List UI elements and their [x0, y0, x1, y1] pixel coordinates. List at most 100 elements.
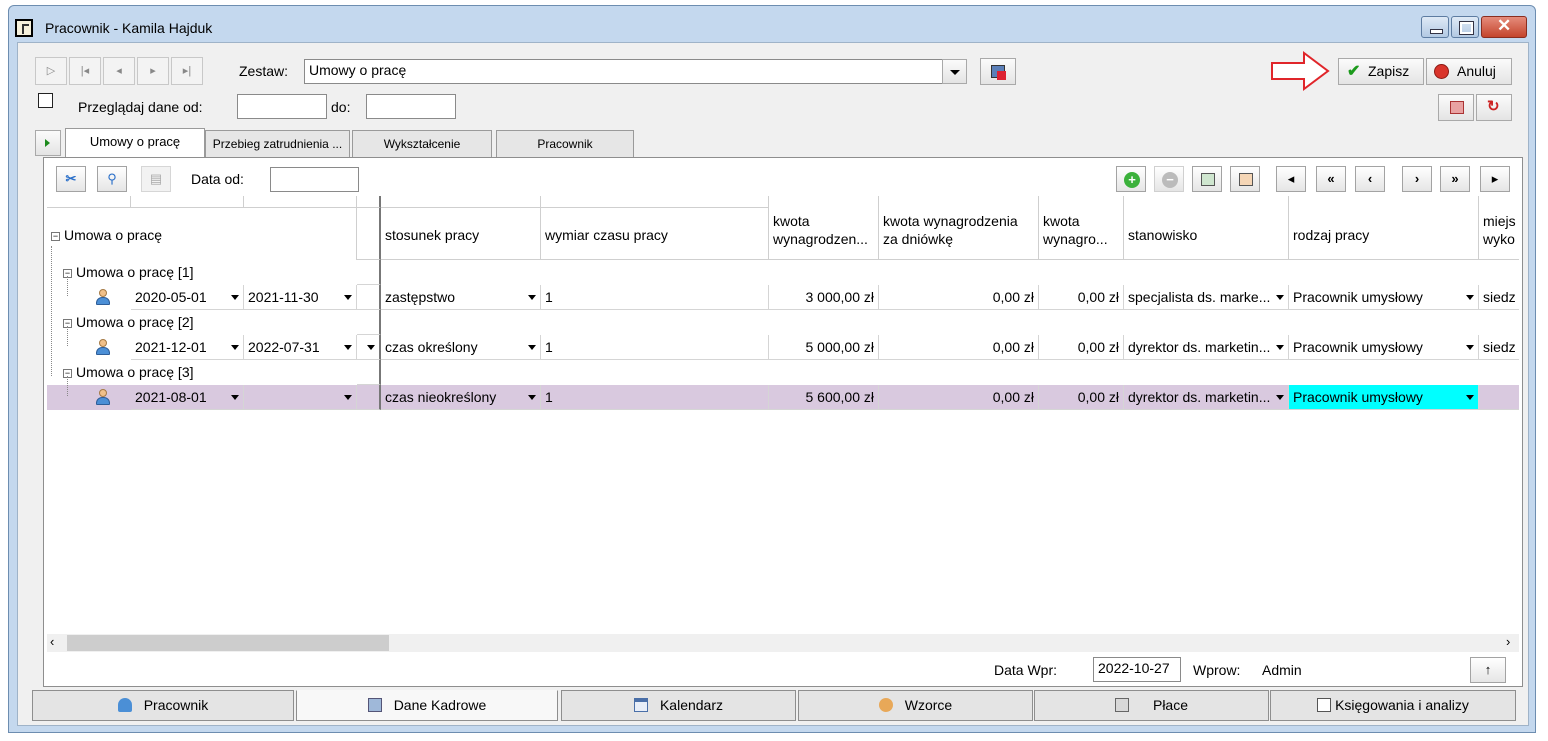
- kwota-cell[interactable]: 5 600,00 zł: [769, 385, 879, 410]
- tab-wyksztalcenie[interactable]: Wykształcenie: [352, 130, 492, 158]
- extra-dropdown-cell[interactable]: [357, 335, 381, 360]
- stosunek-cell[interactable]: zastępstwo: [381, 285, 541, 310]
- contracts-panel: ✂ ⚲ ▤ Data od: + − ◂ « ‹ › » ▸ − Umowa o…: [43, 157, 1523, 687]
- nav-first-button[interactable]: |◂: [69, 57, 101, 85]
- refresh-button[interactable]: ↻: [1476, 94, 1512, 121]
- stanowisko-cell[interactable]: specjalista ds. marke...: [1124, 285, 1289, 310]
- date-to-cell[interactable]: [244, 385, 357, 410]
- calculator-button[interactable]: ▤: [141, 166, 171, 192]
- stanowisko-cell[interactable]: dyrektor ds. marketin...: [1124, 335, 1289, 360]
- stanowisko-cell[interactable]: dyrektor ds. marketin...: [1124, 385, 1289, 410]
- scroll-left-icon[interactable]: ‹: [50, 634, 54, 649]
- bottom-tab-ksiegowania[interactable]: Księgowania i analizy: [1270, 690, 1516, 721]
- kwota-dniowka-cell[interactable]: 0,00 zł: [879, 385, 1039, 410]
- search-button[interactable]: ⚲: [97, 166, 127, 192]
- kwota-dniowka-cell[interactable]: 0,00 zł: [879, 335, 1039, 360]
- zestaw-label: Zestaw:: [239, 63, 289, 79]
- header-miejsce[interactable]: miejs wyko: [1479, 196, 1519, 260]
- header-kwota-dniowka[interactable]: kwota wynagrodzenia za dniówkę: [879, 196, 1039, 260]
- nav-new-button[interactable]: ▷: [35, 57, 67, 85]
- wymiar-cell[interactable]: 1: [541, 285, 769, 310]
- wymiar-cell[interactable]: 1: [541, 385, 769, 410]
- zestaw-config-button[interactable]: [980, 58, 1016, 85]
- stosunek-cell[interactable]: czas nieokreślony: [381, 385, 541, 410]
- nav-next-button[interactable]: ▸: [137, 57, 169, 85]
- main-window: Pracownik - Kamila Hajduk ▷ |◂ ◂ ▸ ▸| Ze…: [8, 5, 1536, 733]
- bottom-tab-dane-kadrowe[interactable]: Dane Kadrowe: [296, 690, 558, 721]
- kwota-dniowka-cell[interactable]: 0,00 zł: [879, 285, 1039, 310]
- red-arrow-icon: [1271, 51, 1330, 91]
- zestaw-select[interactable]: Umowy o pracę: [304, 59, 943, 84]
- bottom-tab-kalendarz[interactable]: Kalendarz: [561, 690, 796, 721]
- bottom-tab-wzorce[interactable]: Wzorce: [798, 690, 1033, 721]
- scroll-right-end-button[interactable]: ▸: [1480, 166, 1510, 192]
- horizontal-scrollbar[interactable]: ‹ ›: [47, 634, 1519, 652]
- rodzaj-cell[interactable]: Pracownik umysłowy: [1289, 335, 1479, 360]
- minimize-button[interactable]: [1421, 16, 1449, 38]
- save-button[interactable]: ✔ Zapisz: [1338, 58, 1424, 85]
- add-row-button[interactable]: +: [1116, 166, 1146, 192]
- browse-to-input[interactable]: [366, 94, 456, 119]
- miejsce-cell[interactable]: siedz: [1479, 285, 1519, 310]
- date-from-cell[interactable]: 2021-12-01: [131, 335, 244, 360]
- kwota-w-cell[interactable]: 0,00 zł: [1039, 285, 1124, 310]
- header-wymiar[interactable]: wymiar czasu pracy: [541, 208, 769, 260]
- header-kwota-w[interactable]: kwota wynagro...: [1039, 196, 1124, 260]
- scroll-right-icon[interactable]: ›: [1506, 634, 1510, 649]
- kwota-cell[interactable]: 3 000,00 zł: [769, 285, 879, 310]
- date-to-cell[interactable]: 2022-07-31: [244, 335, 357, 360]
- kwota-cell[interactable]: 5 000,00 zł: [769, 335, 879, 360]
- header-kwota[interactable]: kwota wynagrodzen...: [769, 196, 879, 260]
- nav-last-button[interactable]: ▸|: [171, 57, 203, 85]
- scrollbar-thumb[interactable]: [67, 635, 389, 651]
- rodzaj-cell-active[interactable]: Pracownik umysłowy: [1289, 385, 1479, 410]
- data-wpr-value: 2022-10-27: [1093, 657, 1181, 682]
- remove-row-button[interactable]: −: [1154, 166, 1184, 192]
- browse-from-input[interactable]: [237, 94, 327, 119]
- plus-icon: +: [1124, 172, 1140, 188]
- scroll-top-button[interactable]: ↑: [1470, 657, 1506, 683]
- tabs-expand-button[interactable]: [35, 130, 61, 156]
- header-rodzaj[interactable]: rodzaj pracy: [1289, 196, 1479, 260]
- edit-icon[interactable]: [38, 93, 53, 108]
- bottom-tab-pracownik[interactable]: Pracownik: [32, 690, 294, 721]
- rodzaj-cell[interactable]: Pracownik umysłowy: [1289, 285, 1479, 310]
- tools-button[interactable]: ✂: [56, 166, 86, 192]
- tab-pracownik[interactable]: Pracownik: [496, 130, 634, 158]
- tab-przebieg-zatrudnienia[interactable]: Przebieg zatrudnienia ...: [205, 130, 350, 158]
- scroll-left-end-button[interactable]: ◂: [1276, 166, 1306, 192]
- miejsce-cell[interactable]: [1479, 385, 1519, 410]
- maximize-button[interactable]: [1451, 16, 1479, 38]
- grid-delete-button[interactable]: [1230, 166, 1260, 192]
- bottom-tab-place[interactable]: Płace: [1034, 690, 1269, 721]
- kwota-w-cell[interactable]: 0,00 zł: [1039, 335, 1124, 360]
- title-bar: Pracownik - Kamila Hajduk: [9, 6, 1535, 42]
- kwota-w-cell[interactable]: 0,00 zł: [1039, 385, 1124, 410]
- last-page-button[interactable]: »: [1440, 166, 1470, 192]
- group-row-2[interactable]: − Umowa o pracę [2]: [63, 312, 194, 332]
- triangle-right-icon: ▸: [1491, 171, 1499, 186]
- export-button[interactable]: [1438, 94, 1474, 121]
- first-page-button[interactable]: «: [1316, 166, 1346, 192]
- group-row-1[interactable]: − Umowa o pracę [1]: [63, 262, 194, 282]
- date-from-cell[interactable]: 2020-05-01: [131, 285, 244, 310]
- miejsce-cell[interactable]: siedz: [1479, 335, 1519, 360]
- date-from-cell[interactable]: 2021-08-01: [131, 385, 244, 410]
- close-button[interactable]: [1481, 16, 1527, 38]
- prev-page-button[interactable]: ‹: [1355, 166, 1385, 192]
- header-stosunek[interactable]: stosunek pracy: [381, 208, 541, 260]
- grid-edit-button[interactable]: [1192, 166, 1222, 192]
- cancel-button[interactable]: Anuluj: [1426, 58, 1512, 85]
- nav-prev-button[interactable]: ◂: [103, 57, 135, 85]
- next-page-button[interactable]: ›: [1402, 166, 1432, 192]
- to-label: do:: [331, 99, 351, 115]
- tab-umowy-o-prace[interactable]: Umowy o pracę: [65, 128, 205, 159]
- date-from-input[interactable]: [270, 167, 359, 192]
- group-row-3[interactable]: − Umowa o pracę [3]: [63, 362, 194, 382]
- zestaw-dropdown-button[interactable]: [942, 59, 967, 84]
- wymiar-cell[interactable]: 1: [541, 335, 769, 360]
- date-to-cell[interactable]: 2021-11-30: [244, 285, 357, 310]
- stosunek-cell[interactable]: czas określony: [381, 335, 541, 360]
- header-stanowisko[interactable]: stanowisko: [1124, 196, 1289, 260]
- collapse-icon[interactable]: −: [51, 232, 60, 241]
